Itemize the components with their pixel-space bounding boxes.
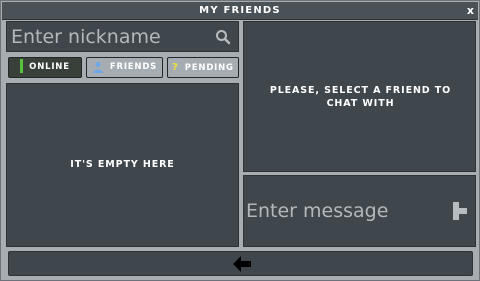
- tab-pending-label: PENDING: [184, 63, 234, 73]
- friends-window: MY FRIENDS x ONLINE FRIENDS ? PENDING IT'…: [0, 0, 480, 281]
- empty-list-text: IT'S EMPTY HERE: [70, 159, 175, 170]
- chat-area: PLEASE, SELECT A FRIEND TO CHAT WITH: [243, 21, 476, 172]
- friend-icon: [92, 61, 103, 73]
- search-icon[interactable]: [215, 29, 231, 45]
- arrow-left-icon: [233, 256, 251, 272]
- tab-bar: ONLINE FRIENDS ? PENDING: [6, 57, 239, 79]
- tab-friends[interactable]: FRIENDS: [86, 57, 163, 78]
- question-icon: ?: [172, 62, 179, 73]
- title-bar: MY FRIENDS x: [2, 2, 478, 20]
- back-button[interactable]: [8, 251, 473, 276]
- chat-prompt-text: PLEASE, SELECT A FRIEND TO CHAT WITH: [269, 85, 452, 109]
- search-input[interactable]: [7, 22, 238, 51]
- tab-online-label: ONLINE: [29, 62, 70, 72]
- tab-pending[interactable]: ? PENDING: [167, 57, 239, 78]
- online-indicator: [20, 58, 24, 73]
- close-button[interactable]: x: [467, 2, 474, 19]
- message-input[interactable]: [244, 176, 475, 246]
- search-box: [6, 21, 239, 52]
- message-box: [243, 175, 476, 247]
- window-title: MY FRIENDS: [199, 5, 281, 16]
- tab-friends-label: FRIENDS: [109, 62, 158, 72]
- friends-list: IT'S EMPTY HERE: [6, 83, 239, 247]
- tab-online[interactable]: ONLINE: [8, 57, 82, 78]
- send-icon[interactable]: [453, 202, 468, 220]
